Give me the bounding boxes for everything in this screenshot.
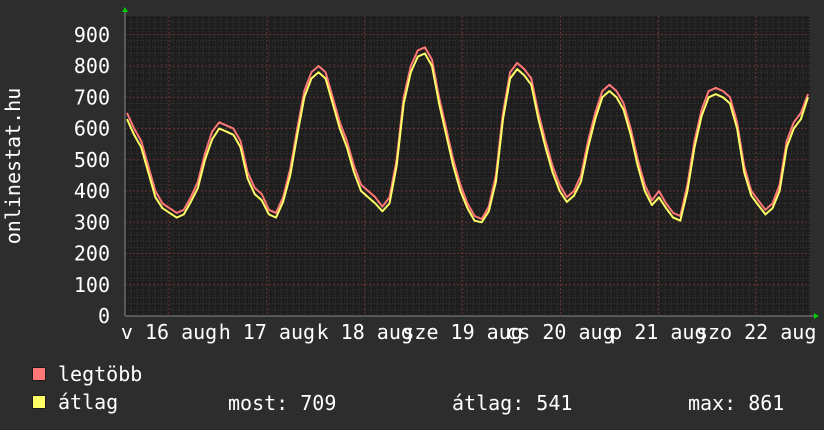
stat-current: most: 709	[228, 391, 337, 415]
y-axis-title: onlinestat.hu	[1, 88, 25, 245]
y-tick-label: 200	[74, 242, 110, 266]
x-tick-label: v 16 aug	[121, 320, 217, 344]
x-tick-label: cs 20 aug	[506, 320, 614, 344]
y-tick-label: 900	[74, 23, 110, 47]
y-axis-arrow	[122, 7, 128, 12]
legend-item-avg: átlag	[32, 390, 119, 414]
legend-item-max: legtöbb	[32, 362, 143, 386]
y-tick-label: 300	[74, 210, 110, 234]
x-tick-label: sze 19 aug	[402, 320, 522, 344]
y-tick-label: 100	[74, 273, 110, 297]
x-tick-label: h 17 aug	[219, 320, 315, 344]
y-tick-label: 0	[98, 304, 110, 328]
legend-swatch-avg	[32, 395, 46, 409]
legend-swatch-max	[32, 367, 46, 381]
x-tick-label: szo 22 aug	[696, 320, 816, 344]
stat-max: max: 861	[688, 391, 785, 415]
legend-label-max: legtöbb	[58, 362, 143, 386]
x-tick-label: p 21 aug	[610, 320, 706, 344]
x-tick-label: k 18 aug	[317, 320, 413, 344]
y-tick-label: 800	[74, 54, 110, 78]
stat-average: átlag: 541	[452, 391, 573, 415]
y-tick-label: 400	[74, 179, 110, 203]
x-axis-arrow	[814, 313, 819, 319]
y-tick-label: 700	[74, 85, 110, 109]
legend-label-avg: átlag	[58, 390, 119, 414]
y-tick-label: 600	[74, 117, 110, 141]
y-tick-label: 500	[74, 148, 110, 172]
